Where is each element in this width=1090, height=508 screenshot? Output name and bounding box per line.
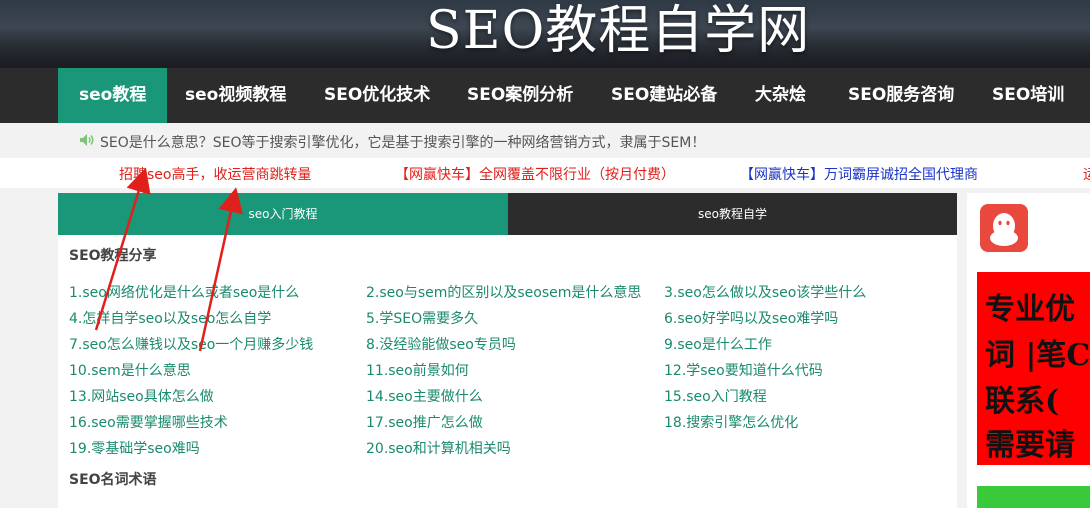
- site-title[interactable]: SEO教程自学网: [426, 0, 810, 63]
- ad-link-recruit[interactable]: 招聘seo高手，收运营商跳转量: [119, 164, 311, 184]
- tutorial-link[interactable]: 8.没经验能做seo专员吗: [366, 334, 516, 354]
- main-content: seo入门教程 seo教程自学 SEO教程分享 1.seo网络优化是什么或者se…: [58, 193, 957, 508]
- nav-item-seo-case[interactable]: SEO案例分析: [467, 68, 573, 123]
- qq-penguin-icon[interactable]: [980, 204, 1028, 252]
- nav-item-seo-build[interactable]: SEO建站必备: [611, 68, 717, 123]
- tutorial-link[interactable]: 12.学seo要知道什么代码: [664, 360, 823, 380]
- tutorial-link[interactable]: 5.学SEO需要多久: [366, 308, 478, 328]
- tutorial-link[interactable]: 13.网站seo具体怎么做: [69, 386, 214, 406]
- notice-text: SEO是什么意思？SEO等于搜索引擎优化，它是基于搜索引擎的一种网络营销方式，隶…: [100, 135, 706, 151]
- main-nav: seo教程 seo视频教程 SEO优化技术 SEO案例分析 SEO建站必备 大杂…: [0, 68, 1090, 123]
- sidebar-red-ad[interactable]: 专业优 词 |笔C词 联系( 需要请: [977, 272, 1090, 465]
- tutorial-link[interactable]: 7.seo怎么赚钱以及seo一个月赚多少钱: [69, 334, 313, 354]
- tab-seo-intro[interactable]: seo入门教程: [58, 193, 508, 235]
- tutorial-link[interactable]: 10.sem是什么意思: [69, 360, 191, 380]
- nav-item-seo-tutorial[interactable]: seo教程: [58, 68, 168, 123]
- sidebar-green-ad[interactable]: [977, 486, 1090, 508]
- tutorial-link[interactable]: 19.零基础学seo难吗: [69, 438, 200, 458]
- red-ad-line: 联系(: [985, 384, 1060, 419]
- content-tabs: seo入门教程 seo教程自学: [58, 193, 957, 235]
- notice-bar: SEO是什么意思？SEO等于搜索引擎优化，它是基于搜索引擎的一种网络营销方式，隶…: [0, 123, 1090, 158]
- speaker-icon: [80, 134, 94, 146]
- tutorial-link[interactable]: 15.seo入门教程: [664, 386, 767, 406]
- sidebar: 专业优 词 |笔C词 联系( 需要请: [967, 193, 1090, 508]
- tutorial-link[interactable]: 3.seo怎么做以及seo该学些什么: [664, 282, 866, 302]
- red-ad-line: 需要请: [985, 428, 1075, 463]
- red-ad-line: 词 |笔C词: [985, 338, 1090, 373]
- tutorial-link[interactable]: 20.seo和计算机相关吗: [366, 438, 511, 458]
- site-banner: SEO教程自学网: [0, 0, 1090, 68]
- section-heading-share: SEO教程分享: [69, 248, 157, 264]
- tab-seo-selfstudy[interactable]: seo教程自学: [508, 193, 957, 235]
- tutorial-link[interactable]: 2.seo与sem的区别以及seosem是什么意思: [366, 282, 641, 302]
- tutorial-link[interactable]: 14.seo主要做什么: [366, 386, 483, 406]
- tutorial-link[interactable]: 11.seo前景如何: [366, 360, 469, 380]
- nav-item-misc[interactable]: 大杂烩: [755, 68, 806, 123]
- red-ad-line: 专业优: [985, 292, 1075, 327]
- ad-link-network-coverage[interactable]: 【网赢快车】全网覆盖不限行业（按月付费）: [395, 164, 675, 184]
- ad-link-agent-recruit[interactable]: 【网赢快车】万词霸屏诚招全国代理商: [740, 164, 978, 184]
- nav-item-seo-optimization[interactable]: SEO优化技术: [324, 68, 430, 123]
- tutorial-link[interactable]: 9.seo是什么工作: [664, 334, 772, 354]
- text-ad-bar: 招聘seo高手，收运营商跳转量 【网赢快车】全网覆盖不限行业（按月付费） 【网赢…: [0, 158, 1090, 188]
- tutorial-link[interactable]: 16.seo需要掌握哪些技术: [69, 412, 228, 432]
- nav-item-seo-service[interactable]: SEO服务咨询: [848, 68, 954, 123]
- tutorial-link[interactable]: 18.搜索引擎怎么优化: [664, 412, 798, 432]
- tutorial-link[interactable]: 4.怎样自学seo以及seo怎么自学: [69, 308, 271, 328]
- nav-item-seo-training[interactable]: SEO培训: [992, 68, 1064, 123]
- nav-item-seo-video[interactable]: seo视频教程: [185, 68, 286, 123]
- tutorial-link[interactable]: 6.seo好学吗以及seo难学吗: [664, 308, 838, 328]
- tutorial-link[interactable]: 1.seo网络优化是什么或者seo是什么: [69, 282, 299, 302]
- tutorial-link[interactable]: 17.seo推广怎么做: [366, 412, 483, 432]
- section-heading-terms: SEO名词术语: [69, 472, 157, 488]
- ad-link-cutoff[interactable]: 运: [1083, 164, 1090, 184]
